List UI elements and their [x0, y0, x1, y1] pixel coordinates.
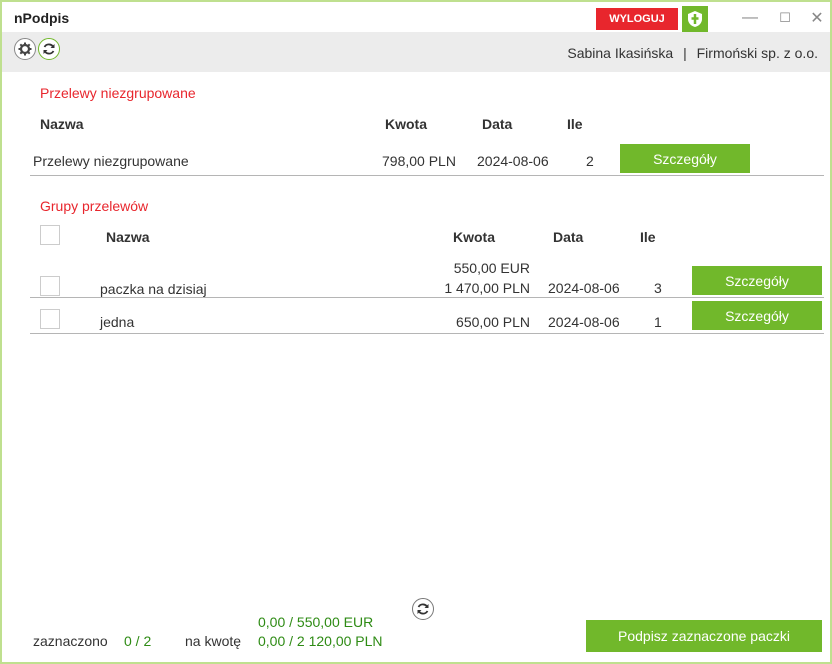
ungrouped-header-name: Nazwa [40, 116, 84, 132]
refresh-icon[interactable] [38, 38, 60, 60]
ungrouped-row-count: 2 [586, 153, 594, 169]
group-row-amount-pln: 1 470,00 PLN [444, 280, 530, 296]
group-row-name: paczka na dzisiaj [100, 281, 207, 297]
selected-amount-eur: 0,00 / 550,00 EUR [258, 614, 374, 630]
shield-glyph [688, 11, 702, 27]
shield-icon[interactable] [682, 6, 708, 32]
groups-header-count: Ile [640, 229, 656, 245]
group-row-checkbox[interactable] [40, 309, 60, 329]
ungrouped-row-name: Przelewy niezgrupowane [33, 153, 189, 169]
select-all-checkbox[interactable] [40, 225, 60, 245]
ungrouped-details-button[interactable]: Szczegóły [620, 144, 750, 173]
group-row-date: 2024-08-06 [548, 280, 620, 296]
title-bar: nPodpis WYLOGUJ — ☐ ✕ [0, 0, 832, 32]
selected-amount-pln: 0,00 / 2 120,00 PLN [258, 633, 383, 649]
row-divider [30, 333, 824, 334]
minimize-button[interactable]: — [738, 8, 762, 28]
ungrouped-header-date: Data [482, 116, 513, 132]
group-row-amount: 650,00 PLN [456, 314, 530, 330]
close-button[interactable]: ✕ [805, 8, 829, 28]
ungrouped-header-count: Ile [567, 116, 583, 132]
sign-selected-button[interactable]: Podpisz zaznaczone paczki [586, 620, 822, 652]
group-row-checkbox[interactable] [40, 276, 60, 296]
user-info: Sabina Ikasińska | Firmoński sp. z o.o. [567, 45, 818, 61]
group-row-amount-eur: 550,00 EUR [453, 260, 530, 276]
group-row-details-button[interactable]: Szczegóły [692, 266, 822, 295]
maximize-button[interactable]: ☐ [773, 8, 797, 28]
settings-gear-icon[interactable] [14, 38, 36, 60]
row-divider [30, 297, 824, 298]
groups-header-date: Data [553, 229, 584, 245]
ungrouped-header-amount: Kwota [385, 116, 427, 132]
toolbar: Sabina Ikasińska | Firmoński sp. z o.o. [0, 32, 832, 72]
ungrouped-section-title: Przelewy niezgrupowane [40, 85, 196, 101]
selected-label: zaznaczono [33, 633, 108, 649]
group-row-name: jedna [100, 314, 135, 330]
group-row-details-button[interactable]: Szczegóły [692, 301, 822, 330]
gear-glyph [18, 42, 32, 56]
amount-label: na kwotę [185, 633, 242, 649]
logout-button[interactable]: WYLOGUJ [596, 8, 678, 30]
ungrouped-row-date: 2024-08-06 [477, 153, 549, 169]
app-title: nPodpis [14, 10, 70, 26]
ungrouped-row-amount: 798,00 PLN [382, 153, 456, 169]
groups-header-name: Nazwa [106, 229, 150, 245]
group-row-count: 3 [654, 280, 662, 296]
separator: | [683, 45, 687, 61]
refresh-glyph [417, 603, 429, 615]
refresh-glyph [43, 43, 55, 55]
user-name: Sabina Ikasińska [567, 45, 674, 61]
row-divider [30, 175, 824, 176]
refresh-list-icon[interactable] [412, 598, 434, 620]
selected-count: 0 / 2 [124, 633, 152, 649]
group-row-date: 2024-08-06 [548, 314, 620, 330]
groups-header-amount: Kwota [453, 229, 495, 245]
groups-section-title: Grupy przelewów [40, 198, 149, 214]
company-name: Firmoński sp. z o.o. [696, 45, 818, 61]
group-row-count: 1 [654, 314, 662, 330]
